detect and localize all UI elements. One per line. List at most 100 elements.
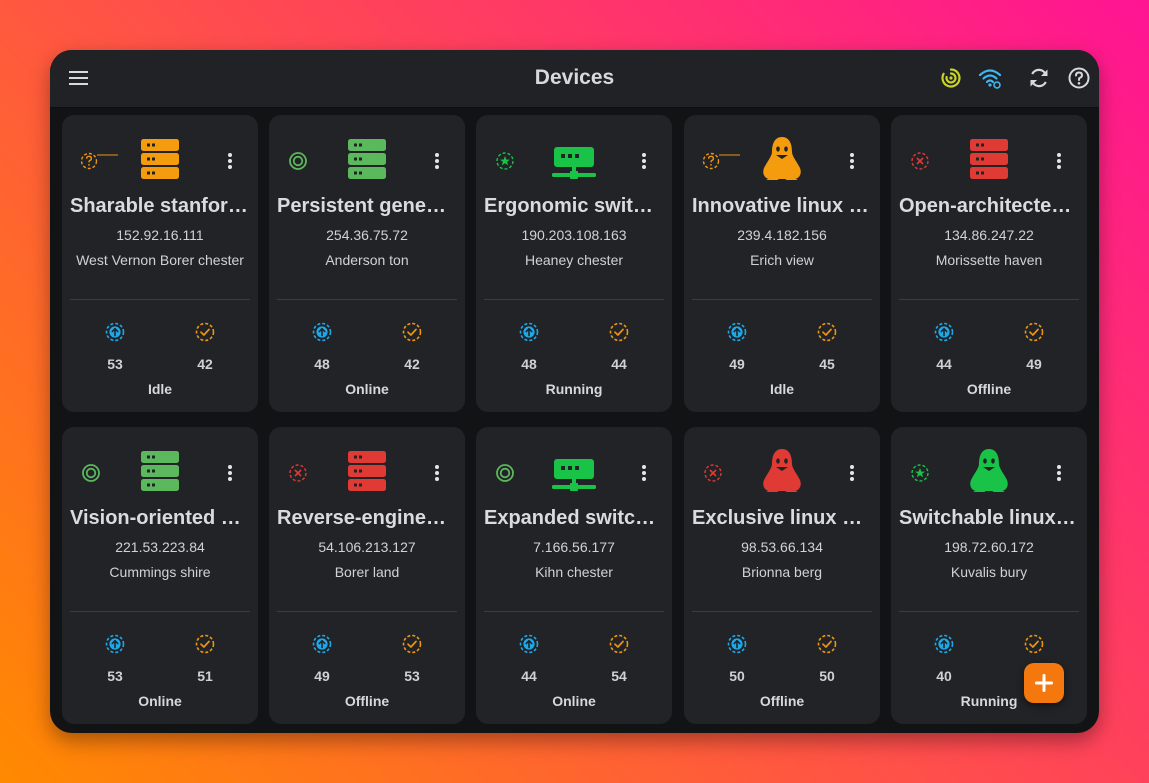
more-vert-icon[interactable] — [425, 149, 449, 173]
device-location: Erich view — [750, 252, 814, 268]
activity-ring-icon[interactable] — [939, 66, 963, 90]
device-status: Online — [552, 693, 596, 709]
server-icon — [339, 131, 395, 187]
offline-status-icon — [909, 150, 931, 172]
device-card[interactable]: Innovative linux host 239.4.182.156 Erich … — [684, 115, 880, 412]
device-card[interactable]: Reverse-engineered server 54.106.213.127 B… — [269, 427, 465, 724]
device-ip: 54.106.213.127 — [318, 539, 416, 555]
running-status-icon — [909, 462, 931, 484]
upload-count: 49 — [729, 356, 745, 372]
device-card[interactable]: Open-architected server 134.86.247.22 Mori… — [891, 115, 1087, 412]
device-ip: 239.4.182.156 — [737, 227, 827, 243]
devices-window: Devices Sharable stanford server 152.92.1… — [50, 50, 1099, 733]
plus-icon — [1035, 674, 1053, 692]
upload-count: 44 — [936, 356, 952, 372]
divider — [484, 299, 664, 300]
upload-icon — [933, 321, 955, 343]
device-location: West Vernon Borer chester — [76, 252, 244, 268]
device-ip: 254.36.75.72 — [326, 227, 408, 243]
device-name: Expanded switch hub — [484, 507, 664, 529]
add-device-button[interactable] — [1024, 663, 1064, 703]
running-status-icon — [494, 150, 516, 172]
device-location: Heaney chester — [524, 252, 624, 268]
wifi-settings-icon[interactable] — [978, 66, 1002, 90]
refresh-icon[interactable] — [1027, 66, 1051, 90]
upload-icon — [933, 633, 955, 655]
more-vert-icon[interactable] — [632, 149, 656, 173]
app-bar: Devices — [50, 50, 1099, 108]
device-status: Online — [138, 693, 182, 709]
offline-status-icon — [287, 462, 309, 484]
upload-count: 49 — [314, 668, 330, 684]
device-status: Online — [345, 381, 389, 397]
check-circle-icon — [816, 633, 838, 655]
linux-icon — [961, 443, 1017, 499]
device-ip: 152.92.16.111 — [116, 227, 204, 243]
more-vert-icon[interactable] — [1047, 461, 1071, 485]
device-location: Kihn chester — [535, 564, 613, 580]
more-vert-icon[interactable] — [840, 461, 864, 485]
check-circle-icon — [401, 633, 423, 655]
help-status-icon — [80, 150, 118, 172]
device-name: Reverse-engineered server — [277, 507, 457, 529]
help-circle-icon[interactable] — [1067, 66, 1091, 90]
device-status: Idle — [769, 381, 795, 397]
device-card[interactable]: Vision-oriented server 221.53.223.84 Cummi… — [62, 427, 258, 724]
upload-count: 48 — [314, 356, 330, 372]
device-card[interactable]: Expanded switch hub 7.166.56.177 Kihn ches… — [476, 427, 672, 724]
upload-count: 40 — [936, 668, 952, 684]
device-card[interactable]: Exclusive linux client 98.53.66.134 Brionn… — [684, 427, 880, 724]
hamburger-menu-icon[interactable] — [67, 66, 91, 90]
linux-icon — [754, 443, 810, 499]
server-icon — [132, 131, 188, 187]
upload-icon — [104, 633, 126, 655]
check-circle-icon — [816, 321, 838, 343]
more-vert-icon[interactable] — [632, 461, 656, 485]
device-card[interactable]: Sharable stanford server 152.92.16.111 Wes… — [62, 115, 258, 412]
device-name: Sharable stanford server — [70, 195, 250, 217]
check-count: 53 — [404, 668, 420, 684]
upload-icon — [726, 633, 748, 655]
upload-icon — [311, 321, 333, 343]
upload-count: 48 — [521, 356, 537, 372]
offline-status-icon — [702, 462, 724, 484]
divider — [899, 611, 1079, 612]
more-vert-icon[interactable] — [1047, 149, 1071, 173]
upload-count: 50 — [729, 668, 745, 684]
divider — [899, 299, 1079, 300]
check-circle-icon — [1023, 633, 1045, 655]
check-circle-icon — [401, 321, 423, 343]
device-name: Innovative linux host — [692, 195, 872, 217]
upload-icon — [518, 321, 540, 343]
device-location: Borer land — [334, 564, 400, 580]
server-icon — [339, 443, 395, 499]
device-ip: 190.203.108.163 — [521, 227, 627, 243]
network-switch-icon — [546, 131, 602, 187]
check-count: 44 — [611, 356, 627, 372]
check-count: 54 — [611, 668, 627, 684]
check-count: 50 — [819, 668, 835, 684]
more-vert-icon[interactable] — [840, 149, 864, 173]
upload-count: 44 — [521, 668, 537, 684]
device-location: Morissette haven — [935, 252, 1043, 268]
network-switch-icon — [546, 443, 602, 499]
device-card[interactable]: Ergonomic switch hub 190.203.108.163 Heane… — [476, 115, 672, 412]
upload-icon — [104, 321, 126, 343]
more-vert-icon[interactable] — [218, 149, 242, 173]
divider — [70, 299, 250, 300]
more-vert-icon[interactable] — [425, 461, 449, 485]
device-location: Brionna berg — [741, 564, 823, 580]
device-card[interactable]: Persistent geneva server 254.36.75.72 Ande… — [269, 115, 465, 412]
device-name: Open-architected server — [899, 195, 1079, 217]
linux-icon — [754, 131, 810, 187]
server-icon — [961, 131, 1017, 187]
device-name: Switchable linux host — [899, 507, 1079, 529]
device-status: Running — [545, 381, 603, 397]
check-circle-icon — [608, 633, 630, 655]
device-ip: 98.53.66.134 — [741, 539, 823, 555]
more-vert-icon[interactable] — [218, 461, 242, 485]
check-circle-icon — [608, 321, 630, 343]
upload-icon — [518, 633, 540, 655]
online-status-icon — [80, 462, 102, 484]
device-status: Offline — [966, 381, 1012, 397]
